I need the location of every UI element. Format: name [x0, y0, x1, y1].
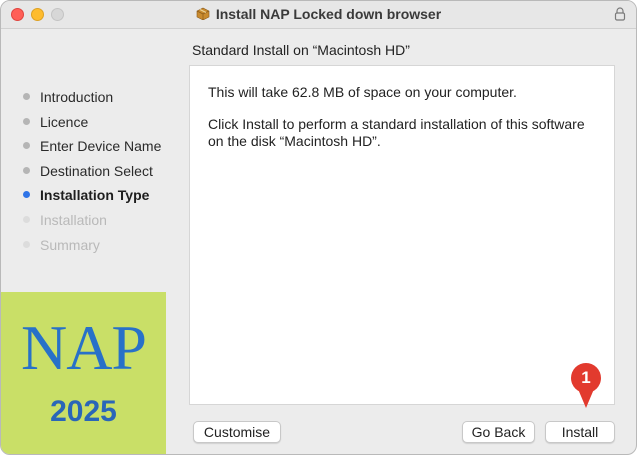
step-bullet-icon	[23, 240, 30, 248]
install-instructions-text: Click Install to perform a standard inst…	[208, 116, 585, 149]
brand-year: 2025	[50, 395, 117, 428]
marker-number: 1	[581, 368, 591, 387]
title-bar: Install NAP Locked down browser	[1, 1, 636, 29]
installer-steps: Introduction Licence Enter Device Name D…	[23, 89, 161, 261]
step-marker: 1	[569, 363, 603, 409]
step-introduction: Introduction	[23, 89, 161, 114]
install-button[interactable]: Install	[545, 421, 615, 443]
go-back-button[interactable]: Go Back	[462, 421, 535, 443]
step-label: Installation	[40, 211, 107, 228]
window-title: Install NAP Locked down browser	[215, 6, 442, 22]
window-title-area: Install NAP Locked down browser	[1, 6, 636, 22]
step-label: Summary	[40, 236, 100, 253]
step-bullet-icon	[23, 191, 30, 199]
lock-icon	[614, 7, 626, 21]
step-bullet-icon	[23, 215, 30, 223]
step-installation: Installation	[23, 212, 161, 237]
step-licence: Licence	[23, 114, 161, 139]
content-panel: This will take 62.8 MB of space on your …	[189, 65, 615, 405]
customise-button[interactable]: Customise	[193, 421, 281, 443]
installer-window: Install NAP Locked down browser Introduc…	[0, 0, 637, 455]
space-required-text: This will take 62.8 MB of space on your …	[208, 84, 517, 100]
brand-logo: NAP 2025	[1, 292, 166, 454]
step-label: Enter Device Name	[40, 138, 162, 155]
step-bullet-icon	[23, 117, 30, 125]
step-installation-type: Installation Type	[23, 187, 161, 212]
step-label: Destination Select	[40, 162, 153, 179]
step-label: Installation Type	[40, 187, 150, 204]
step-enter-device-name: Enter Device Name	[23, 138, 161, 163]
content-heading: Standard Install on “Macintosh HD”	[192, 42, 410, 58]
step-destination-select: Destination Select	[23, 163, 161, 188]
step-bullet-icon	[23, 142, 30, 150]
brand-name: NAP	[20, 312, 147, 383]
step-label: Licence	[40, 113, 89, 130]
step-summary: Summary	[23, 237, 161, 262]
step-bullet-icon	[23, 166, 30, 174]
step-label: Introduction	[40, 89, 114, 105]
step-bullet-icon	[23, 93, 30, 100]
package-icon	[196, 7, 210, 20]
